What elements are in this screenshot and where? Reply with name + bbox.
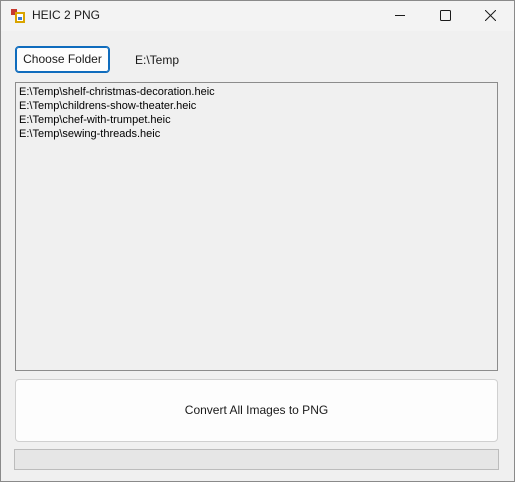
progress-bar xyxy=(14,449,499,470)
choose-folder-button[interactable]: Choose Folder xyxy=(15,46,110,73)
folder-path-label: E:\Temp xyxy=(135,53,180,67)
window-title: HEIC 2 PNG xyxy=(32,8,101,22)
list-item[interactable]: E:\Temp\chef-with-trumpet.heic xyxy=(19,113,494,127)
app-window: HEIC 2 PNG Choose Folder E:\Temp E:\Temp… xyxy=(0,0,515,482)
maximize-button[interactable] xyxy=(423,1,468,31)
list-item[interactable]: E:\Temp\sewing-threads.heic xyxy=(19,127,494,141)
minimize-button[interactable] xyxy=(378,1,423,31)
list-item[interactable]: E:\Temp\childrens-show-theater.heic xyxy=(19,99,494,113)
file-list[interactable]: E:\Temp\shelf-christmas-decoration.heic … xyxy=(15,82,498,371)
convert-button[interactable]: Convert All Images to PNG xyxy=(15,379,498,442)
close-icon xyxy=(485,10,496,21)
minimize-icon xyxy=(395,15,405,16)
maximize-icon xyxy=(440,10,451,21)
close-button[interactable] xyxy=(468,1,513,31)
list-item[interactable]: E:\Temp\shelf-christmas-decoration.heic xyxy=(19,85,494,99)
title-bar[interactable]: HEIC 2 PNG xyxy=(1,1,514,31)
app-icon xyxy=(11,9,25,23)
